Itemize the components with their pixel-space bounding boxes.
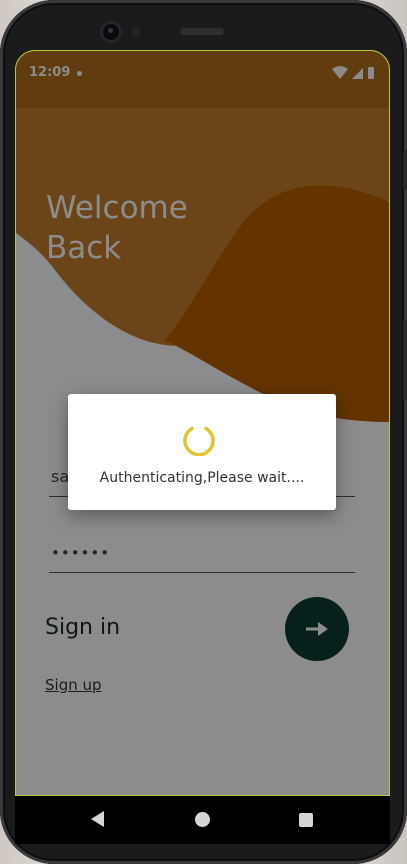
navigation-bar [15,796,390,844]
screen: 12:09 Welcome Back sa •••••• Sign in Sig… [15,50,390,796]
power-button [403,150,407,190]
front-camera [103,24,119,40]
loading-dialog: Authenticating,Please wait.... [68,394,336,510]
page: 12:09 Welcome Back sa •••••• Sign in Sig… [0,0,407,864]
phone-frame: 12:09 Welcome Back sa •••••• Sign in Sig… [0,0,407,864]
dialog-message: Authenticating,Please wait.... [99,470,305,486]
recents-icon[interactable] [299,813,313,827]
home-icon[interactable] [195,812,210,827]
back-icon[interactable] [91,811,104,827]
volume-button [403,320,407,400]
loading-spinner-icon [183,426,215,456]
proximity-sensor [132,26,140,38]
earpiece [180,28,224,35]
